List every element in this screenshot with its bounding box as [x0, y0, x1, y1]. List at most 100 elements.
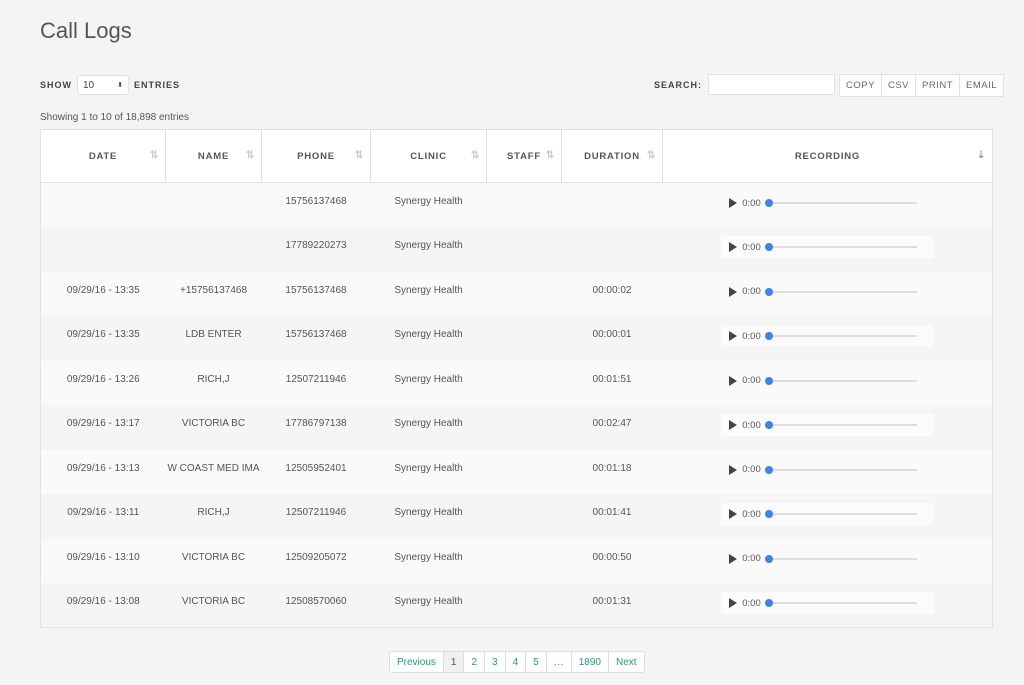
play-icon[interactable] — [729, 464, 738, 475]
search-input[interactable] — [708, 74, 836, 95]
cell-clinic: Synergy Health — [370, 405, 487, 450]
cell-duration: 00:02:47 — [561, 405, 663, 450]
play-icon[interactable] — [729, 242, 738, 252]
progress-handle[interactable] — [764, 376, 773, 385]
cell-name: W COAST MED IMA — [165, 449, 262, 494]
play-icon[interactable] — [729, 286, 738, 297]
cell-duration: 00:01:31 — [561, 583, 663, 628]
audio-progress-slider[interactable] — [764, 599, 917, 607]
cell-name: RICH,J — [165, 360, 262, 405]
cell-recording: 0:00 — [662, 583, 993, 628]
page-2[interactable]: 2 — [464, 652, 486, 672]
cell-name: RICH,J — [165, 494, 262, 539]
play-icon[interactable] — [729, 553, 738, 564]
audio-progress-slider[interactable] — [764, 510, 917, 518]
table-row: 15756137468 Synergy Health 0:00 — [40, 182, 993, 227]
cell-phone: 12507211946 — [261, 360, 371, 405]
audio-time: 0:00 — [742, 464, 761, 475]
cell-phone: 12505952401 — [261, 449, 371, 494]
audio-progress-slider[interactable] — [764, 421, 917, 429]
print-button[interactable]: PRINT — [916, 74, 960, 97]
page-4[interactable]: 4 — [506, 652, 527, 672]
cell-staff — [486, 583, 562, 628]
audio-time: 0:00 — [742, 330, 761, 342]
audio-progress-slider[interactable] — [764, 199, 917, 207]
audio-player: 0:00 — [721, 458, 934, 481]
page-previous[interactable]: Previous — [390, 652, 444, 672]
progress-handle[interactable] — [764, 421, 773, 429]
play-icon[interactable] — [729, 198, 738, 208]
audio-progress-slider[interactable] — [764, 287, 917, 296]
cell-date: 09/29/16 - 13:35 — [40, 271, 166, 316]
sort-icon: ⇅ — [646, 150, 656, 161]
progress-handle[interactable] — [764, 199, 773, 207]
copy-button[interactable]: COPY — [839, 74, 882, 97]
email-button[interactable]: EMAIL — [960, 74, 1005, 97]
audio-player: 0:00 — [721, 547, 934, 570]
play-icon[interactable] — [729, 420, 738, 430]
column-header-date[interactable]: DATE ⇅ — [40, 129, 166, 183]
cell-clinic: Synergy Health — [370, 360, 487, 405]
cell-name: VICTORIA BC — [165, 583, 262, 628]
progress-handle[interactable] — [764, 510, 773, 518]
column-header-duration[interactable]: DURATION ⇅ — [561, 129, 663, 183]
call-logs-table: DATE ⇅ NAME ⇅ PHONE ⇅ CLINIC ⇅ STAFF ⇅ DURATION ⇅ RE… — [40, 129, 993, 628]
cell-staff — [486, 538, 562, 583]
play-icon[interactable] — [729, 331, 738, 341]
progress-handle[interactable] — [764, 465, 773, 474]
select-arrows-icon: ⬍ — [117, 82, 123, 89]
page-1890[interactable]: 1890 — [572, 652, 609, 672]
table-info: Showing 1 to 10 of 18,898 entries — [40, 112, 189, 123]
cell-staff — [486, 360, 562, 405]
sort-icon: ⇅ — [149, 150, 159, 161]
cell-name: +15756137468 — [165, 271, 262, 316]
audio-time: 0:00 — [742, 419, 761, 431]
sort-icon: ⇅ — [545, 150, 555, 161]
cell-phone: 15756137468 — [261, 271, 371, 316]
play-icon[interactable] — [729, 598, 738, 608]
entries-select[interactable]: 10 ⬍ — [77, 75, 129, 95]
column-label: CLINIC — [410, 150, 447, 162]
page-3[interactable]: 3 — [485, 652, 506, 672]
progress-handle[interactable] — [764, 287, 773, 296]
cell-clinic: Synergy Health — [370, 538, 487, 583]
table-row: 09/29/16 - 13:08 VICTORIA BC 12508570060 Sy… — [40, 583, 993, 628]
progress-handle[interactable] — [764, 554, 773, 563]
progress-handle[interactable] — [764, 243, 773, 251]
audio-progress-slider[interactable] — [764, 554, 917, 563]
column-header-clinic[interactable]: CLINIC ⇅ — [370, 129, 487, 183]
cell-recording: 0:00 — [662, 316, 993, 361]
cell-recording: 0:00 — [662, 360, 993, 405]
sort-desc-icon: ⇣ — [976, 150, 986, 161]
audio-progress-slider[interactable] — [764, 332, 917, 340]
sort-icon: ⇅ — [245, 150, 255, 161]
cell-phone: 12507211946 — [261, 494, 371, 539]
cell-phone: 17789220273 — [261, 227, 371, 272]
audio-progress-slider[interactable] — [764, 376, 917, 385]
progress-handle[interactable] — [764, 599, 773, 607]
cell-duration: 00:00:50 — [561, 538, 663, 583]
cell-date — [40, 227, 166, 272]
page-1[interactable]: 1 — [443, 652, 465, 672]
audio-time: 0:00 — [742, 375, 761, 386]
page-next[interactable]: Next — [609, 652, 644, 672]
audio-progress-slider[interactable] — [764, 243, 917, 251]
cell-staff — [486, 316, 562, 361]
column-header-name[interactable]: NAME ⇅ — [165, 129, 262, 183]
show-label: SHOW — [40, 80, 72, 90]
play-icon[interactable] — [729, 509, 738, 519]
play-icon[interactable] — [729, 375, 738, 386]
cell-duration: 00:00:01 — [561, 316, 663, 361]
progress-handle[interactable] — [764, 332, 773, 340]
column-header-phone[interactable]: PHONE ⇅ — [261, 129, 371, 183]
entries-length-control: SHOW 10 ⬍ ENTRIES — [40, 75, 180, 95]
cell-duration: 00:01:41 — [561, 494, 663, 539]
column-header-staff[interactable]: STAFF ⇅ — [486, 129, 562, 183]
csv-button[interactable]: CSV — [881, 74, 916, 97]
audio-progress-slider[interactable] — [764, 465, 917, 474]
column-header-recording[interactable]: RECORDING ⇣ — [662, 129, 993, 183]
page-5[interactable]: 5 — [526, 652, 547, 672]
cell-clinic: Synergy Health — [370, 316, 487, 361]
table-row: 09/29/16 - 13:11 RICH,J 12507211946 Synergy… — [40, 494, 993, 539]
search-area: SEARCH: COPY CSV PRINT EMAIL — [654, 74, 1005, 97]
